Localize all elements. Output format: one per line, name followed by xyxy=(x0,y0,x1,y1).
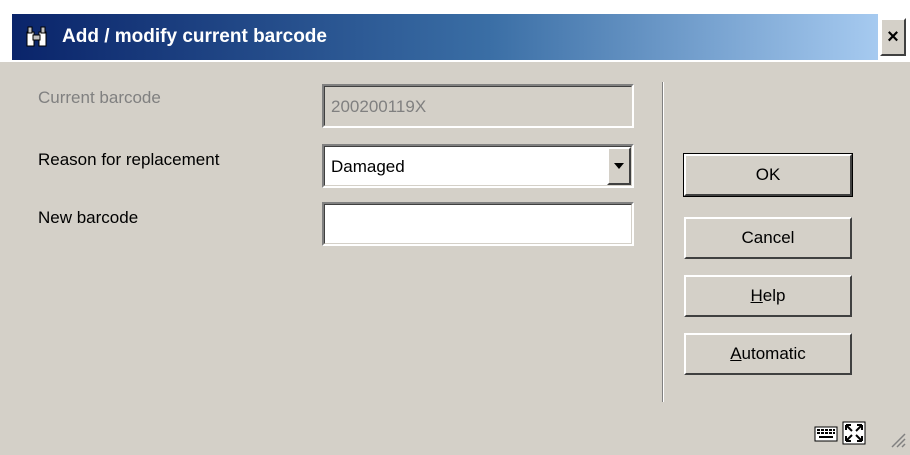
reason-selected-value: Damaged xyxy=(324,146,632,186)
new-barcode-value[interactable] xyxy=(324,204,632,244)
dialog-title: Add / modify current barcode xyxy=(62,26,327,47)
cancel-button-label: Cancel xyxy=(741,228,795,247)
close-icon: × xyxy=(887,25,899,48)
dialog-window: Add / modify current barcode × Current b… xyxy=(0,0,910,455)
automatic-button[interactable]: Automatic xyxy=(684,333,852,375)
title-bar[interactable]: Add / modify current barcode × xyxy=(0,0,910,62)
automatic-mnemonic: A xyxy=(730,344,742,363)
cancel-button[interactable]: Cancel xyxy=(684,217,852,259)
dropdown-arrow-button[interactable] xyxy=(607,147,631,185)
close-button[interactable]: × xyxy=(880,18,906,56)
reason-dropdown[interactable]: Damaged xyxy=(322,144,634,188)
fullscreen-icon[interactable] xyxy=(842,421,866,445)
resize-grip-icon[interactable] xyxy=(890,432,906,448)
help-mnemonic: H xyxy=(750,286,763,305)
ok-button[interactable]: OK xyxy=(683,153,853,197)
chevron-down-icon xyxy=(614,163,624,169)
keyboard-icon[interactable] xyxy=(814,421,838,445)
reason-label: Reason for replacement xyxy=(38,150,220,169)
current-barcode-value: 200200119X xyxy=(324,86,632,126)
binoculars-icon xyxy=(26,26,47,47)
current-barcode-label: Current barcode xyxy=(38,88,161,107)
new-barcode-label: New barcode xyxy=(38,208,139,227)
ok-button-label: OK xyxy=(755,165,781,184)
current-barcode-field: 200200119X xyxy=(322,84,634,128)
help-button-label: elp xyxy=(762,286,786,305)
vertical-divider xyxy=(662,82,664,402)
help-button[interactable]: Help xyxy=(684,275,852,317)
new-barcode-input[interactable] xyxy=(322,202,634,246)
automatic-button-label: utomatic xyxy=(741,344,806,363)
